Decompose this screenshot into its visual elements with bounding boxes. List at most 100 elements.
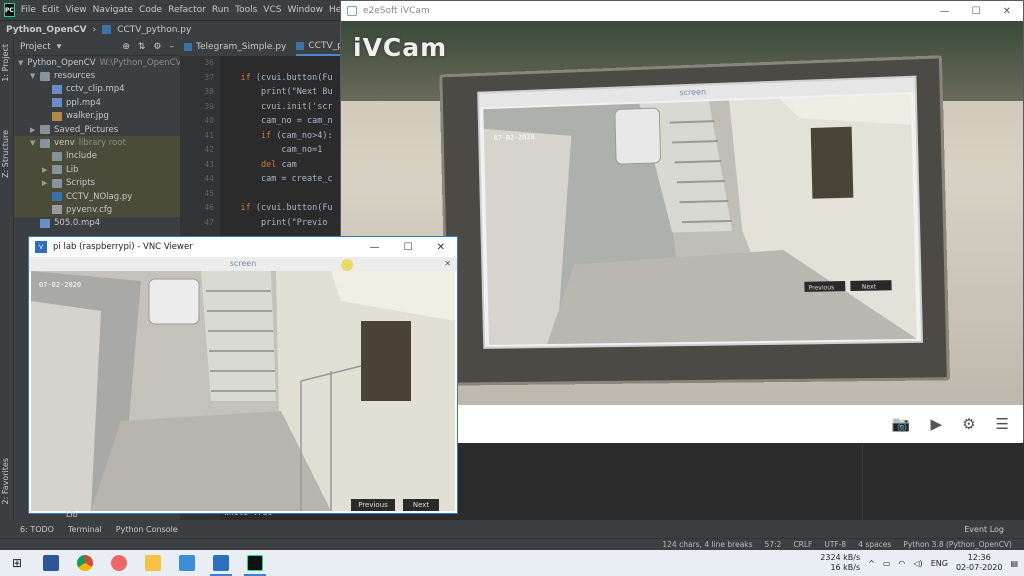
breadcrumb-project[interactable]: Python_OpenCV (6, 25, 87, 35)
menu-navigate[interactable]: Navigate (93, 5, 133, 15)
file-icon (52, 111, 62, 121)
favorites-side-tab[interactable]: 2: Favorites (1, 458, 10, 504)
code-line: if (cam_no>4): (220, 129, 340, 144)
file-explorer-icon[interactable] (136, 550, 170, 576)
previous-button[interactable]: Previous (351, 499, 395, 511)
tree-row[interactable]: 505.0.mp4 (14, 217, 180, 230)
line-number: 47 (204, 217, 214, 227)
ivcam-taskbar-icon[interactable] (170, 550, 204, 576)
close-icon[interactable]: ✕ (437, 242, 445, 253)
clock[interactable]: 12:36 02-07-2020 (956, 553, 1003, 573)
menu-run[interactable]: Run (212, 5, 229, 15)
camera-icon[interactable]: 📷 (892, 415, 911, 433)
video-icon[interactable]: ▶ (931, 415, 943, 433)
tree-row[interactable]: cctv_clip.mp4 (14, 83, 180, 96)
event-log-tab[interactable]: Event Log (964, 525, 1024, 534)
collapse-icon[interactable]: ⇅ (138, 42, 146, 52)
menu-icon[interactable]: ☰ (996, 415, 1009, 433)
breadcrumb-file[interactable]: CCTV_python.py (117, 25, 191, 35)
chrome-icon[interactable] (68, 550, 102, 576)
structure-side-tab[interactable]: Z: Structure (1, 130, 10, 178)
close-icon[interactable]: ✕ (444, 257, 451, 271)
todo-tab[interactable]: 6: TODO (20, 525, 54, 534)
tree-row[interactable]: ▶ Lib (14, 163, 180, 177)
wifi-icon[interactable]: ◠ (898, 559, 905, 568)
chevron-right-icon[interactable]: ▶ (30, 126, 40, 134)
tree-row[interactable]: ▼ Python_OpenCV W:\Python_OpenCV (14, 56, 181, 69)
tab-telegram-simple[interactable]: Telegram_Simple.py (184, 42, 286, 52)
tab-label: Telegram_Simple.py (196, 42, 287, 52)
menu-window[interactable]: Window (287, 5, 323, 15)
vnc-app-icon: V (35, 241, 47, 253)
chevron-down-icon[interactable]: ▼ (18, 59, 23, 67)
system-tray: 2324 kB/s 16 kB/s ^ ▭ ◠ ◁) ENG 12:36 02-… (820, 553, 1024, 573)
vnc-cctv-feed: 07-02-2020 (31, 271, 455, 511)
code-text: cam_no = cam_n (260, 116, 333, 126)
status-bar: 124 chars, 4 line breaks 57:2 CRLF UTF-8… (0, 538, 1024, 550)
menu-edit[interactable]: Edit (42, 5, 59, 15)
tree-row[interactable]: pyvenv.cfg (14, 203, 180, 217)
chevron-down-icon[interactable]: ▼ (30, 139, 40, 147)
battery-icon[interactable]: ▭ (883, 559, 891, 568)
menu-refactor[interactable]: Refactor (168, 5, 206, 15)
chevron-down-icon[interactable]: ▾ (57, 42, 62, 52)
menu-tools[interactable]: Tools (235, 5, 257, 15)
tree-row-lib[interactable]: Lib (30, 510, 78, 519)
tree-row[interactable]: Include (14, 149, 180, 164)
chevron-right-icon[interactable]: ▶ (42, 179, 52, 187)
tree-row[interactable]: CCTV_NOlag.py (14, 189, 180, 204)
vnc-screen-label: screen (229, 259, 257, 268)
chevron-right-icon[interactable]: ▶ (42, 166, 52, 174)
maximize-icon[interactable]: ☐ (404, 242, 413, 253)
menu-vcs[interactable]: VCS (263, 5, 281, 15)
next-button[interactable]: Next (403, 499, 439, 511)
volume-icon[interactable]: ◁) (913, 559, 922, 568)
project-view-selector[interactable]: Project (20, 42, 51, 52)
tree-row[interactable]: ▼ resources (14, 69, 180, 82)
tree-row[interactable]: walker.jpg (14, 110, 180, 123)
vnc-viewer-taskbar-icon[interactable] (204, 550, 238, 576)
locate-icon[interactable]: ⊕ (122, 42, 130, 52)
close-icon[interactable]: ✕ (1003, 6, 1011, 17)
ivcam-titlebar: e2eSoft iVCam — ☐ ✕ (341, 1, 1023, 21)
minimize-panel-icon[interactable]: – (170, 42, 175, 52)
tree-row[interactable]: ▶ Scripts (14, 176, 180, 190)
folder-icon (52, 151, 62, 161)
status-indent[interactable]: 4 spaces (858, 540, 891, 549)
python-console-tab[interactable]: Python Console (116, 525, 178, 534)
gear-icon[interactable]: ⚙ (153, 42, 161, 52)
maximize-icon[interactable]: ☐ (972, 6, 981, 17)
terminal-tab[interactable]: Terminal (68, 525, 102, 534)
project-side-tab[interactable]: 1: Project (1, 44, 10, 82)
chevron-down-icon[interactable]: ▼ (30, 72, 40, 80)
language-indicator[interactable]: ENG (931, 559, 948, 568)
code-keyword: del (260, 159, 282, 170)
status-position[interactable]: 57:2 (765, 540, 782, 549)
pycharm-taskbar-icon[interactable] (238, 550, 272, 576)
windows-start-icon[interactable]: ⊞ (0, 550, 34, 576)
menu-file[interactable]: File (21, 5, 36, 15)
code-keyword: if (240, 72, 256, 83)
line-number: 38 (204, 87, 214, 96)
minimize-icon[interactable]: — (940, 6, 950, 17)
tree-row[interactable]: ppl.mp4 (14, 96, 180, 109)
notification-icon[interactable]: ▤ (1010, 559, 1018, 568)
menu-code[interactable]: Code (139, 5, 162, 15)
minimize-icon[interactable]: — (370, 242, 380, 253)
paint-icon[interactable] (102, 550, 136, 576)
word-icon[interactable] (34, 550, 68, 576)
menu-view[interactable]: View (65, 5, 86, 15)
gear-icon[interactable]: ⚙ (962, 415, 975, 433)
chevron-up-icon[interactable]: ^ (868, 559, 875, 568)
status-interpreter[interactable]: Python 3.8 (Python_OpenCV) (903, 540, 1012, 549)
tree-row[interactable]: ▼ venv library root (14, 136, 180, 150)
tree-row[interactable]: ▶ Saved_Pictures (14, 123, 180, 136)
status-line-ending[interactable]: CRLF (793, 540, 812, 549)
folder-icon (52, 178, 62, 188)
tree-row-label: resources (54, 71, 96, 82)
status-encoding[interactable]: UTF-8 (824, 540, 846, 549)
